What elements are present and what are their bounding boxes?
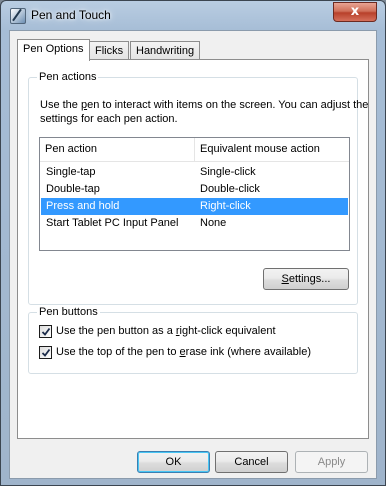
right-click-label: Use the pen button as a right-click equi… (56, 324, 276, 339)
row-mouse-action: Double-click (200, 183, 260, 195)
row-action: Double-tap (46, 183, 100, 195)
erase-ink-label: Use the top of the pen to erase ink (whe… (56, 345, 311, 360)
dialog-client-area: Pen Options Flicks Handwriting Pen actio… (9, 30, 377, 479)
desc-text-2: en to interact with items on the screen.… (40, 99, 369, 125)
pen-actions-description: Use the pen to interact with items on th… (40, 98, 370, 126)
row-mouse-action: Right-click (200, 200, 251, 212)
right-click-text-1: Use the pen button as a (56, 325, 176, 337)
ok-button[interactable]: OK (137, 451, 210, 473)
list-row-double-tap[interactable]: Double-tap Double-click (41, 181, 348, 198)
column-header-pen-action[interactable]: Pen action (40, 138, 97, 161)
desc-text-1: Use the (40, 99, 81, 111)
right-click-text-2: ight-click equivalent (179, 325, 276, 337)
checkmark-icon (41, 327, 51, 336)
pen-touch-app-icon (10, 8, 26, 24)
row-action: Start Tablet PC Input Panel (46, 217, 179, 229)
close-icon: x (350, 4, 360, 19)
tab-handwriting-label: Handwriting (136, 45, 195, 57)
row-action: Single-tap (46, 166, 96, 178)
tab-flicks-label: Flicks (95, 45, 124, 57)
row-mouse-action: Single-click (200, 166, 256, 178)
tab-pen-options[interactable]: Pen Options (17, 39, 90, 61)
settings-button[interactable]: Settings... (263, 268, 349, 290)
tab-flicks[interactable]: Flicks (89, 41, 130, 60)
row-action: Press and hold (46, 200, 120, 212)
erase-ink-text-2: rase ink (where available) (185, 346, 311, 358)
erase-ink-checkbox[interactable] (39, 346, 52, 359)
right-click-checkbox[interactable] (39, 325, 52, 338)
row-mouse-action: None (200, 217, 227, 229)
erase-ink-text-1: Use the top of the pen to (56, 346, 180, 358)
title-bar[interactable]: Pen and Touch x (1, 1, 385, 29)
settings-label: ettings... (288, 273, 331, 285)
pen-actions-group: Pen actions Use the pen to interact with… (28, 71, 368, 305)
pen-buttons-group: Pen buttons Use the pen button as a righ… (28, 306, 358, 374)
pen-buttons-group-label: Pen buttons (37, 306, 100, 318)
dialog-window: Pen and Touch x Pen Options Flicks Handw… (0, 0, 386, 486)
list-row-single-tap[interactable]: Single-tap Single-click (41, 164, 348, 181)
pen-actions-list[interactable]: Pen action Equivalent mouse action Singl… (39, 137, 350, 251)
settings-access-key: S (281, 273, 289, 285)
column-header-mouse-action[interactable]: Equivalent mouse action (195, 138, 320, 161)
list-row-press-and-hold[interactable]: Press and hold Right-click (41, 198, 348, 215)
pen-options-panel: Pen actions Use the pen to interact with… (17, 59, 369, 439)
window-title: Pen and Touch (31, 8, 111, 22)
pen-actions-group-label: Pen actions (37, 71, 99, 83)
list-header: Pen action Equivalent mouse action (40, 138, 349, 162)
close-button[interactable]: x (333, 2, 377, 22)
list-row-input-panel[interactable]: Start Tablet PC Input Panel None (41, 215, 348, 232)
apply-button[interactable]: Apply (295, 451, 368, 473)
checkmark-icon (41, 348, 51, 357)
tab-pen-options-label: Pen Options (23, 43, 84, 55)
tab-handwriting[interactable]: Handwriting (130, 41, 201, 60)
cancel-button[interactable]: Cancel (215, 451, 288, 473)
